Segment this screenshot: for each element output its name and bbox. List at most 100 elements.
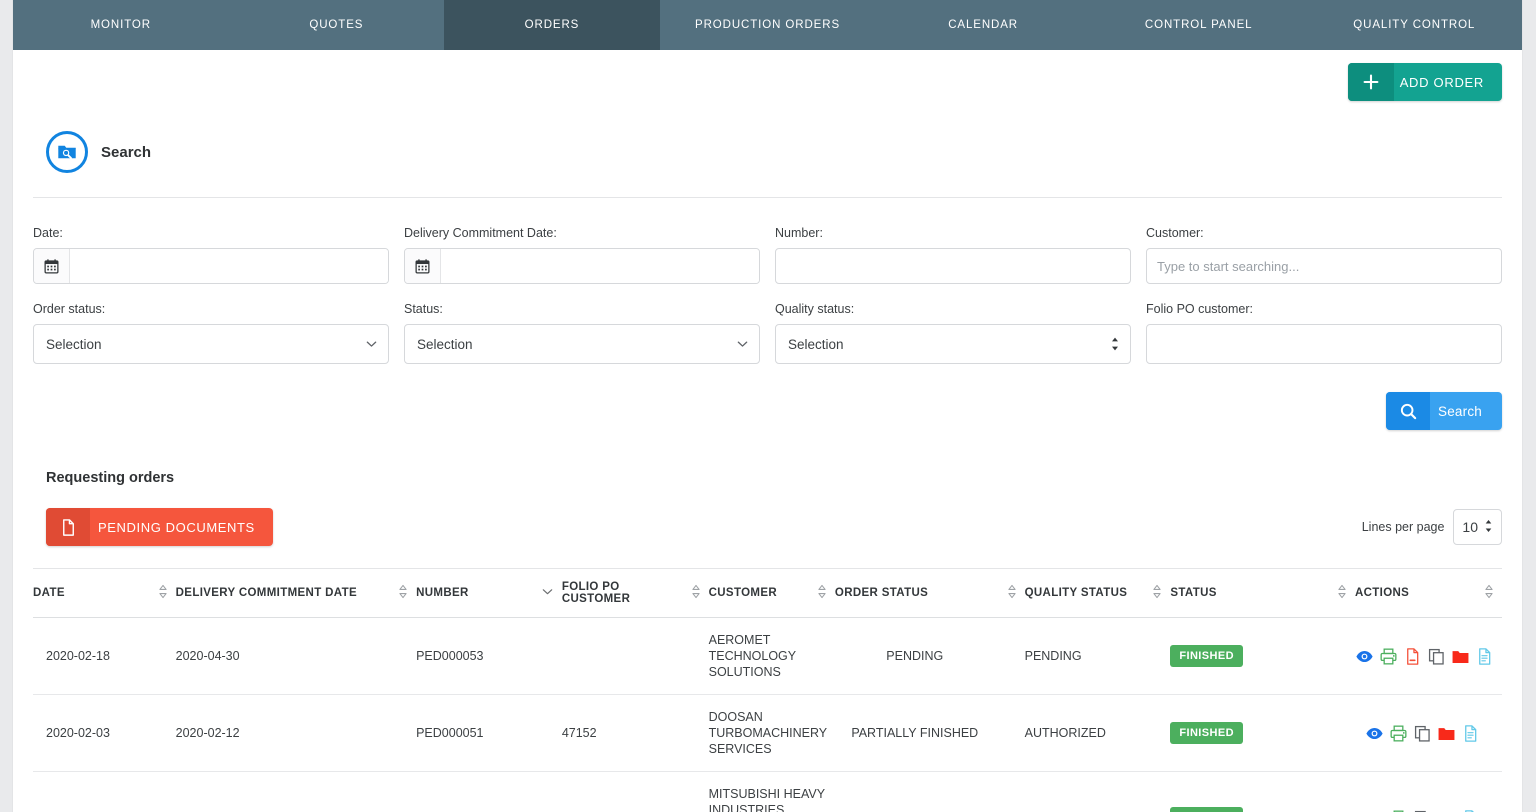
cell-status: FINISHED: [1170, 694, 1355, 772]
eye-icon[interactable]: [1365, 809, 1384, 812]
nav-tab-quality-control[interactable]: QUALITY CONTROL: [1306, 0, 1522, 50]
field-folio-po-label: Folio PO customer:: [1146, 302, 1253, 316]
customer-input[interactable]: [1146, 248, 1502, 284]
calendar-icon[interactable]: [34, 249, 70, 283]
field-order-status: Order status: Selection: [33, 302, 389, 382]
sort-both-icon[interactable]: [1152, 584, 1162, 602]
number-input[interactable]: [775, 248, 1131, 284]
column-header-number[interactable]: NUMBER: [416, 568, 562, 618]
nav-tab-calendar[interactable]: CALENDAR: [875, 0, 1091, 50]
copy-icon[interactable]: [1413, 809, 1432, 812]
order-status-value: Selection: [46, 336, 102, 352]
pending-documents-button[interactable]: PENDING DOCUMENTS: [46, 508, 273, 546]
add-order-label: ADD ORDER: [1399, 74, 1484, 90]
column-header-quality-status[interactable]: QUALITY STATUS: [1024, 568, 1171, 618]
column-header-delivery-commitment-date[interactable]: DELIVERY COMMITMENT DATE: [175, 568, 417, 618]
cell-quality-status: AUTHORIZED: [1024, 694, 1171, 772]
field-delivery-commitment-date: Delivery Commitment Date:: [404, 226, 760, 302]
table-row[interactable]: 2020-02-18 2020-04-30 PED000053 AEROMET …: [33, 617, 1502, 695]
field-number-label: Number:: [775, 226, 823, 240]
cell-actions: [1355, 771, 1502, 812]
sort-both-icon[interactable]: [817, 584, 827, 602]
cell-number: PED000050: [416, 771, 562, 812]
folder-icon[interactable]: [1437, 724, 1456, 743]
cell-date: 2020-02-03: [33, 694, 176, 772]
column-label: STATUS: [1170, 587, 1217, 599]
quality-status-select[interactable]: Selection: [775, 324, 1131, 364]
nav-tab-control-panel[interactable]: CONTROL PANEL: [1091, 0, 1307, 50]
cell-folio-po-customer: 47152: [561, 694, 709, 772]
folder-icon[interactable]: [1451, 647, 1470, 666]
page-toolbar: ADD ORDER: [33, 50, 1502, 101]
row-actions: [1355, 724, 1494, 743]
document-remove-icon[interactable]: [1403, 647, 1422, 666]
column-header-customer[interactable]: CUSTOMER: [708, 568, 835, 618]
nav-tab-production-orders[interactable]: PRODUCTION ORDERS: [660, 0, 876, 50]
search-actions: Search: [33, 382, 1502, 430]
table-row[interactable]: 2020-02-03 2020-02-12 PED000051 47152 DO…: [33, 694, 1502, 772]
nav-tab-quotes[interactable]: QUOTES: [229, 0, 445, 50]
search-button[interactable]: Search: [1386, 392, 1502, 430]
nav-tab-label: QUOTES: [309, 19, 364, 31]
printer-icon[interactable]: [1389, 809, 1408, 812]
sort-both-icon[interactable]: [398, 584, 408, 602]
delivery-date-input-group[interactable]: [404, 248, 760, 284]
chevron-down-icon[interactable]: [541, 585, 554, 601]
field-status: Status: Selection: [404, 302, 760, 382]
cell-quality-status: PENDING: [1024, 771, 1171, 812]
nav-tab-monitor[interactable]: MONITOR: [13, 0, 229, 50]
cell-customer: MITSUBISHI HEAVY INDUSTRIES COMPRESSOR I…: [708, 771, 835, 812]
sort-both-icon[interactable]: [1337, 584, 1347, 602]
copy-icon[interactable]: [1427, 647, 1446, 666]
order-status-select-wrap: Selection: [33, 324, 389, 364]
column-label: DATE: [33, 587, 65, 599]
date-input-group[interactable]: [33, 248, 389, 284]
calendar-icon[interactable]: [405, 249, 441, 283]
column-label: NUMBER: [416, 587, 469, 599]
cell-number: PED000053: [416, 617, 562, 695]
status-select[interactable]: Selection: [404, 324, 760, 364]
printer-icon[interactable]: [1389, 724, 1408, 743]
table-row[interactable]: 2020-02-03 2020-04-30 PED000050 50000028…: [33, 771, 1502, 812]
file-text-icon[interactable]: [1475, 647, 1494, 666]
nav-tab-orders[interactable]: ORDERS: [444, 0, 660, 50]
copy-icon[interactable]: [1413, 724, 1432, 743]
date-input[interactable]: [70, 249, 388, 283]
quality-status-value: Selection: [788, 336, 844, 352]
lines-per-page-value: 10: [1462, 519, 1478, 535]
field-order-status-label: Order status:: [33, 302, 106, 316]
column-header-actions[interactable]: ACTIONS: [1355, 568, 1502, 618]
file-text-icon[interactable]: [1461, 724, 1480, 743]
cell-actions: [1355, 617, 1502, 695]
main-navigation: MONITOR QUOTES ORDERS PRODUCTION ORDERS …: [13, 0, 1522, 50]
file-text-icon[interactable]: [1461, 809, 1480, 812]
lines-per-page: Lines per page 10: [1362, 509, 1502, 545]
folio-po-customer-input[interactable]: [1146, 324, 1502, 364]
results-section-title: Requesting orders: [46, 470, 175, 486]
sort-both-icon[interactable]: [158, 584, 168, 602]
eye-icon[interactable]: [1365, 724, 1384, 743]
delivery-date-input[interactable]: [441, 249, 759, 283]
column-label: FOLIO PO CUSTOMER: [561, 581, 631, 605]
column-header-order-status[interactable]: ORDER STATUS: [834, 568, 1025, 618]
pending-documents-label: PENDING DOCUMENTS: [98, 519, 255, 535]
order-status-select[interactable]: Selection: [33, 324, 389, 364]
nav-tab-label: CONTROL PANEL: [1144, 19, 1253, 31]
folder-icon[interactable]: [1437, 809, 1456, 812]
nav-tab-label: ORDERS: [524, 19, 580, 31]
column-header-folio-po-customer[interactable]: FOLIO PO CUSTOMER: [561, 568, 709, 618]
folder-search-icon: [46, 131, 88, 173]
column-header-date[interactable]: DATE: [33, 568, 176, 618]
sort-both-icon[interactable]: [691, 584, 701, 602]
cell-delivery-commitment-date: 2020-02-12: [175, 694, 417, 772]
cell-folio-po-customer: 5000002844: [561, 771, 709, 812]
nav-tab-label: PRODUCTION ORDERS: [695, 19, 841, 31]
eye-icon[interactable]: [1355, 647, 1374, 666]
column-header-status[interactable]: STATUS: [1170, 568, 1355, 618]
sort-both-icon[interactable]: [1007, 584, 1017, 602]
add-order-button[interactable]: ADD ORDER: [1347, 63, 1502, 101]
sort-both-icon[interactable]: [1484, 584, 1494, 602]
field-quality-status: Quality status: Selection: [775, 302, 1131, 382]
printer-icon[interactable]: [1379, 647, 1398, 666]
lines-per-page-select[interactable]: 10: [1453, 509, 1502, 545]
